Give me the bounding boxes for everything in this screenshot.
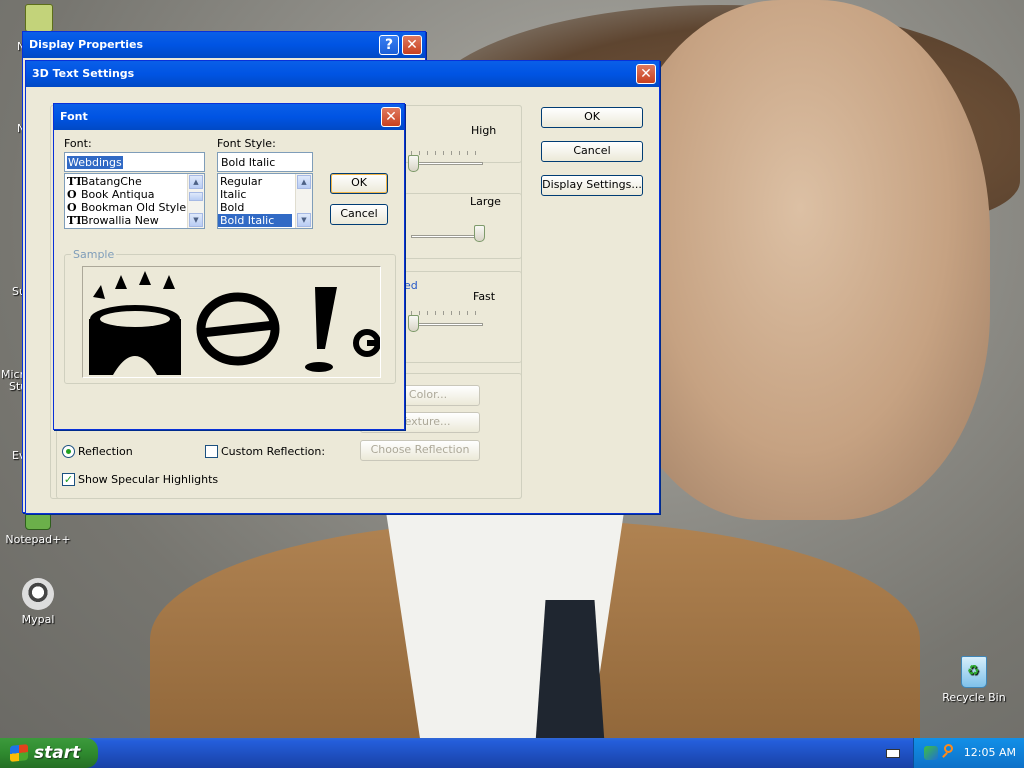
font-ok-button[interactable]: OK [330, 173, 388, 194]
theta-glyph [196, 292, 280, 366]
show-specular-label: Show Specular Highlights [78, 473, 219, 486]
size-slider-track [411, 235, 483, 238]
font-style-list[interactable]: Regular Italic Bold Bold Italic ▲ ▼ [217, 173, 313, 229]
speed-slider-thumb[interactable] [408, 315, 419, 332]
speed-fast-label: Fast [473, 290, 496, 303]
truetype-font-icon: TT [67, 214, 83, 227]
reflection-radio[interactable] [62, 445, 75, 458]
font-dialog: Font ✕ Font: Webdings TTBatangChe O Book … [53, 103, 405, 430]
desktop-icon-label: Mypal [21, 613, 55, 626]
exclamation-glyph [305, 287, 337, 372]
custom-reflection-checkbox[interactable] [205, 445, 218, 458]
recycle-bin-icon: ♻ [961, 656, 987, 688]
font-style-input[interactable]: Bold Italic [217, 152, 313, 172]
scroll-thumb[interactable] [189, 192, 203, 201]
size-large-label: Large [470, 195, 501, 208]
display-properties-title: Display Properties [29, 38, 144, 51]
desktop-icon-label: Recycle Bin [942, 691, 1006, 704]
font-style-label: Font Style: [217, 137, 276, 150]
start-label: start [34, 743, 81, 763]
truetype-font-icon: TT [67, 175, 83, 188]
stadium-glyph [89, 271, 181, 375]
webdings-sample-glyphs [89, 271, 380, 375]
show-specular-checkbox[interactable]: ✓ [62, 473, 75, 486]
list-item[interactable]: O Book Antiqua [65, 188, 204, 201]
list-item[interactable]: TTBrowallia New [65, 214, 204, 227]
wallpaper-tie [535, 600, 605, 738]
reflection-label: Reflection [78, 445, 133, 458]
font-style-value: Bold Italic [221, 156, 276, 169]
display-properties-close-button[interactable]: ✕ [402, 35, 422, 55]
quality-slider-thumb[interactable] [408, 155, 419, 172]
scroll-up-icon[interactable]: ▲ [297, 175, 311, 189]
choose-reflection-button[interactable]: Choose Reflection [360, 440, 480, 461]
desktop-icon-notepad-plus[interactable]: Notepad++ [3, 512, 73, 546]
font-dialog-titlebar[interactable]: Font ✕ [54, 104, 404, 130]
font-name-label: Font: [64, 137, 92, 150]
desktop-icon-partial[interactable] [25, 4, 53, 32]
notepad-plus-icon [25, 512, 51, 530]
sample-preview [82, 266, 381, 378]
network-icon[interactable] [924, 746, 938, 760]
search-icon[interactable] [942, 744, 956, 758]
quality-high-label: High [471, 124, 497, 137]
taskbar: start 12:05 AM [0, 738, 1024, 768]
partial-glyph [353, 329, 380, 357]
system-tray: 12:05 AM [913, 738, 1024, 768]
keyboard-icon[interactable] [886, 749, 900, 758]
style-list-scrollbar[interactable]: ▲ ▼ [295, 174, 312, 228]
quality-slider-track [411, 162, 483, 165]
list-item-selected[interactable]: Bold Italic [218, 214, 292, 227]
list-item[interactable]: Bold [218, 201, 292, 214]
opentype-font-icon: O [67, 188, 77, 201]
size-group [404, 193, 522, 259]
desktop-icon-recycle-bin[interactable]: ♻ Recycle Bin [939, 656, 1009, 704]
display-settings-button[interactable]: Display Settings... [541, 175, 643, 196]
list-item[interactable]: TTBatangChe [65, 175, 204, 188]
list-item[interactable]: Italic [218, 188, 292, 201]
display-properties-titlebar[interactable]: Display Properties ? ✕ [23, 32, 425, 58]
help-button[interactable]: ? [379, 35, 399, 55]
scroll-down-icon[interactable]: ▼ [189, 213, 203, 227]
list-item[interactable]: O Bookman Old Style [65, 201, 204, 214]
windows-logo-icon [10, 744, 28, 762]
opentype-font-icon: O [67, 201, 77, 214]
quality-ticks [411, 151, 483, 155]
custom-reflection-label: Custom Reflection: [221, 445, 326, 458]
scroll-up-icon[interactable]: ▲ [189, 175, 203, 189]
speed-group [404, 271, 522, 363]
start-button[interactable]: start [0, 738, 98, 768]
wallpaper-face [610, 0, 990, 520]
mypal-raccoon-icon [22, 578, 54, 610]
font-name-input[interactable]: Webdings [64, 152, 205, 172]
3d-text-settings-title: 3D Text Settings [32, 67, 135, 80]
font-name-list[interactable]: TTBatangChe O Book Antiqua O Bookman Old S… [64, 173, 205, 229]
cancel-button[interactable]: Cancel [541, 141, 643, 162]
desktop-icon-mypal[interactable]: Mypal [3, 578, 73, 626]
size-slider-thumb[interactable] [474, 225, 485, 242]
font-list-scrollbar[interactable]: ▲ ▼ [187, 174, 204, 228]
list-item[interactable]: Regular [218, 175, 292, 188]
desktop-icon-label: Notepad++ [5, 533, 71, 546]
speed-ticks [411, 311, 483, 315]
speed-slider-track [411, 323, 483, 326]
sample-label: Sample [71, 248, 117, 261]
speed-label-fragment: ed [404, 279, 418, 292]
clock[interactable]: 12:05 AM [964, 738, 1016, 768]
scroll-down-icon[interactable]: ▼ [297, 213, 311, 227]
font-name-value: Webdings [67, 156, 123, 169]
3d-text-settings-titlebar[interactable]: 3D Text Settings ✕ [26, 61, 659, 87]
font-dialog-title: Font [60, 110, 88, 123]
3d-text-settings-close-button[interactable]: ✕ [636, 64, 656, 84]
font-dialog-close-button[interactable]: ✕ [381, 107, 401, 127]
font-cancel-button[interactable]: Cancel [330, 204, 388, 225]
ok-button[interactable]: OK [541, 107, 643, 128]
